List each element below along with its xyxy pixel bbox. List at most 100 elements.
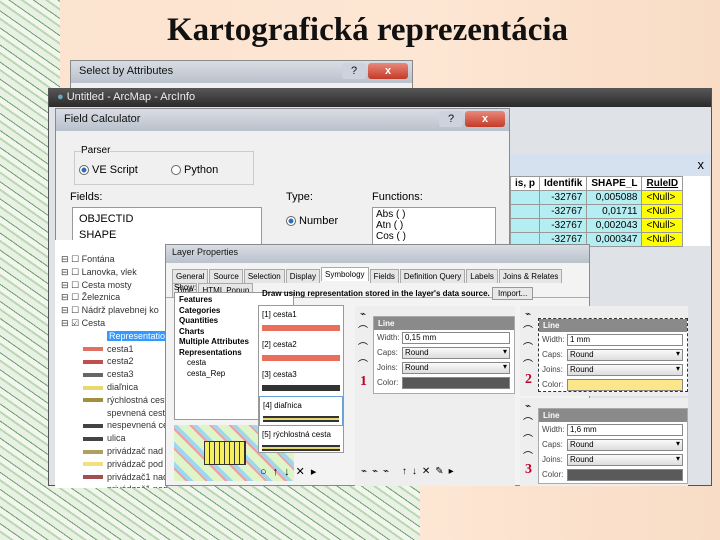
rule-item[interactable]: [4] diaľnica bbox=[259, 396, 343, 426]
expand-icon[interactable]: ⊟ bbox=[61, 280, 69, 290]
color-swatch[interactable] bbox=[567, 378, 683, 391]
checkbox[interactable]: ☐ bbox=[71, 267, 79, 277]
radio-number[interactable]: Number bbox=[286, 215, 338, 227]
toc-item[interactable]: privádzač1 pod bbox=[61, 484, 167, 488]
table-row[interactable]: -32767 0,01711 <Null> bbox=[509, 204, 684, 219]
toc-item[interactable]: nespevnená cest bbox=[61, 420, 167, 433]
rule-item[interactable]: [5] rýchlostná cesta bbox=[259, 426, 343, 452]
import-button[interactable]: Import... bbox=[492, 287, 534, 300]
radio-vbscript[interactable]: VE Script bbox=[79, 164, 138, 176]
toc-item[interactable]: ⊟ ☐ Cesta mosty bbox=[61, 280, 167, 293]
add-rule-icon[interactable]: ○ bbox=[260, 466, 273, 478]
expand-icon[interactable]: ⊟ bbox=[61, 292, 69, 302]
expand-icon[interactable]: ⊟ bbox=[61, 254, 69, 264]
more-icon[interactable]: ▸ bbox=[311, 466, 323, 478]
radio-python[interactable]: Python bbox=[171, 164, 218, 176]
joins-dropdown[interactable]: Round bbox=[567, 363, 683, 376]
toc-item[interactable]: ⊟ ☐ Lanovka, vlek bbox=[61, 267, 167, 280]
joins-dropdown[interactable]: Round bbox=[567, 453, 683, 466]
checkbox[interactable]: ☑ bbox=[71, 318, 79, 328]
expand-icon[interactable]: ⊟ bbox=[61, 318, 69, 328]
help-button[interactable]: ? bbox=[342, 63, 366, 79]
checkbox[interactable]: ☐ bbox=[71, 280, 79, 290]
parser-label: Parser bbox=[81, 145, 111, 156]
tab-selection[interactable]: Selection bbox=[243, 269, 285, 283]
toc-item[interactable]: ⊟ ☐ Železnica bbox=[61, 292, 167, 305]
rule-item[interactable]: [3] cesta3 bbox=[259, 366, 343, 396]
tab-display[interactable]: Display bbox=[285, 269, 320, 283]
panel-number: 3 bbox=[525, 462, 532, 477]
table-row[interactable]: -32767 0,002043 <Null> bbox=[509, 218, 684, 233]
edit-icon[interactable]: ✎ bbox=[435, 466, 448, 477]
remove-rule-icon[interactable]: ✕ bbox=[296, 466, 311, 478]
toc-item[interactable]: diaľnica bbox=[61, 382, 167, 395]
checkbox[interactable]: ☐ bbox=[71, 254, 79, 264]
column-header[interactable]: is, p bbox=[509, 176, 541, 191]
toc-item[interactable]: cesta1 bbox=[61, 344, 167, 357]
function-item[interactable]: Cos ( ) bbox=[376, 231, 492, 242]
width-input[interactable]: 0,15 mm bbox=[402, 331, 510, 344]
tab-general[interactable]: General bbox=[172, 269, 209, 283]
attribute-table: x is, p Identifik SHAPE_L RuleID -32767 0,00… bbox=[509, 154, 710, 247]
layer-tools[interactable]: ⌁ ⌒ ⌒ ⌒ bbox=[520, 398, 536, 466]
tab-definition-query[interactable]: Definition Query bbox=[399, 269, 466, 283]
function-item[interactable]: Abs ( ) bbox=[376, 209, 492, 220]
remove-icon[interactable]: ✕ bbox=[422, 466, 435, 477]
close-button[interactable]: x bbox=[368, 63, 408, 79]
rule-toolbar: ○↑↓✕▸ bbox=[260, 465, 322, 478]
toc-item[interactable]: spevnená cesta bbox=[61, 408, 167, 421]
toc-item[interactable]: ⊟ ☑ Cesta bbox=[61, 318, 167, 331]
tab-source[interactable]: Source bbox=[209, 269, 243, 283]
tab-symbology[interactable]: Symbology bbox=[320, 267, 369, 281]
field-item[interactable]: OBJECTID bbox=[79, 211, 255, 227]
width-input[interactable]: 1 mm bbox=[567, 333, 683, 346]
symbol-swatch bbox=[83, 411, 103, 415]
function-item[interactable]: Atn ( ) bbox=[376, 220, 492, 231]
width-input[interactable]: 1,6 mm bbox=[567, 423, 683, 436]
symbol-swatch bbox=[83, 475, 103, 480]
add-layer-icon[interactable]: ⌁⌁⌁ bbox=[361, 466, 394, 477]
close-table-button[interactable]: x bbox=[698, 157, 705, 172]
table-cell bbox=[509, 218, 541, 233]
toc-item[interactable]: privádzač pod bbox=[61, 459, 167, 472]
layer-tools[interactable]: ⌁ ⌒ ⌒ ⌒ bbox=[520, 306, 536, 374]
layer-tools[interactable]: ⌁ ⌒ ⌒ ⌒ bbox=[355, 306, 371, 374]
move-down-icon[interactable]: ↓ bbox=[412, 466, 422, 477]
expand-icon[interactable]: ⊟ bbox=[61, 267, 69, 277]
color-swatch[interactable] bbox=[402, 376, 510, 389]
move-up-icon[interactable]: ↑ bbox=[273, 466, 285, 478]
rule-item[interactable]: [1] cesta1 bbox=[259, 306, 343, 336]
toc-item[interactable]: ⊟ ☐ Nádrž plavebnej ko bbox=[61, 305, 167, 318]
help-button[interactable]: ? bbox=[439, 111, 463, 127]
caps-dropdown[interactable]: Round bbox=[567, 348, 683, 361]
caps-dropdown[interactable]: Round bbox=[567, 438, 683, 451]
toc-item[interactable]: ulica bbox=[61, 433, 167, 446]
tab-joins-relates[interactable]: Joins & Relates bbox=[498, 269, 563, 283]
toc-item[interactable]: privádzač1 nad bbox=[61, 472, 167, 485]
move-up-icon[interactable]: ↑ bbox=[402, 466, 412, 477]
caps-dropdown[interactable]: Round bbox=[402, 346, 510, 359]
checkbox[interactable]: ☐ bbox=[71, 292, 79, 302]
checkbox[interactable]: ☐ bbox=[71, 305, 79, 315]
functions-list[interactable]: Abs ( ) Atn ( ) Cos ( ) bbox=[372, 207, 496, 249]
table-row[interactable]: -32767 0,005088 <Null> bbox=[509, 190, 684, 205]
close-button[interactable]: x bbox=[465, 111, 505, 127]
joins-dropdown[interactable]: Round bbox=[402, 361, 510, 374]
move-down-icon[interactable]: ↓ bbox=[284, 466, 296, 478]
column-header[interactable]: RuleID bbox=[641, 176, 684, 191]
toc-item[interactable]: rýchlostná cesta bbox=[61, 395, 167, 408]
toc-item[interactable]: cesta3 bbox=[61, 369, 167, 382]
rule-item[interactable]: [2] cesta2 bbox=[259, 336, 343, 366]
more-icon[interactable]: ▸ bbox=[449, 466, 459, 477]
color-swatch[interactable] bbox=[567, 468, 683, 481]
tab-fields[interactable]: Fields bbox=[369, 269, 399, 283]
column-header[interactable]: SHAPE_L bbox=[586, 176, 643, 191]
toc-item[interactable]: privádzač nad bbox=[61, 446, 167, 459]
toc-item[interactable]: cesta2 bbox=[61, 356, 167, 369]
toc-item[interactable]: Representation bbox=[61, 330, 167, 344]
line-panel-2: ⌁⌒⌒⌒ 2 Line Width:1 mm Caps:Round Joins:… bbox=[520, 306, 688, 396]
column-header[interactable]: Identifik bbox=[539, 176, 588, 191]
expand-icon[interactable]: ⊟ bbox=[61, 305, 69, 315]
tab-labels[interactable]: Labels bbox=[466, 269, 498, 283]
toc-item[interactable]: ⊟ ☐ Fontána bbox=[61, 254, 167, 267]
